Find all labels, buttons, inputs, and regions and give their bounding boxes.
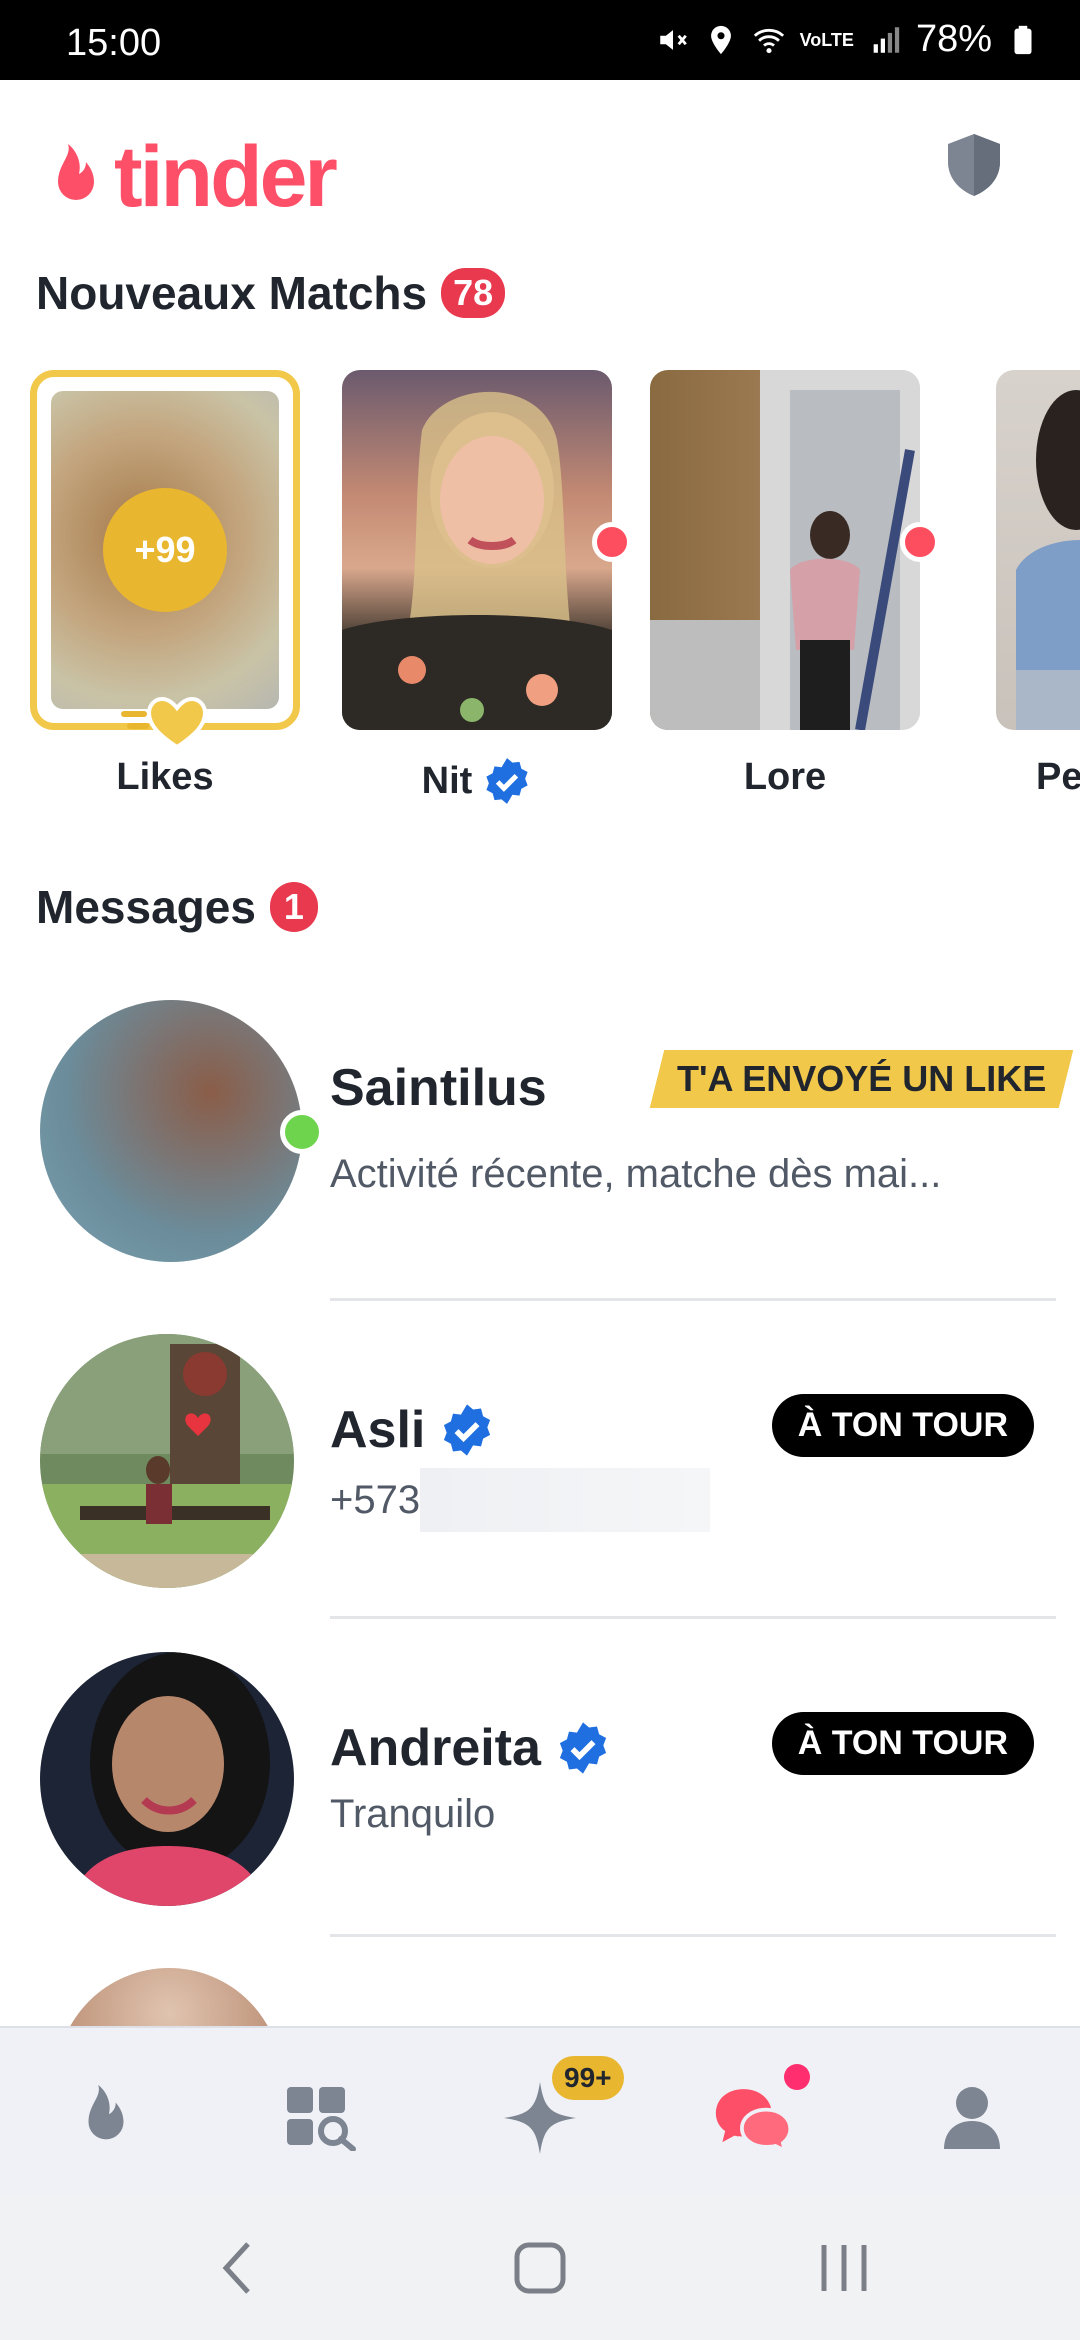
- bottom-navigation: 99+: [0, 2026, 1080, 2196]
- mirror-photo-illustration: [650, 370, 920, 730]
- message-row-saintilus[interactable]: Saintilus T'A ENVOYÉ UN LIKE Activité ré…: [0, 1000, 1080, 1301]
- home-button[interactable]: [508, 2236, 572, 2300]
- match-card-nit[interactable]: Nit: [342, 370, 632, 806]
- flame-icon: [88, 2084, 124, 2140]
- new-matches-count-badge: 78: [441, 268, 506, 318]
- back-button[interactable]: [206, 2236, 270, 2300]
- match-photo: [996, 370, 1080, 730]
- message-row-asli[interactable]: Asli À TON TOUR +573: [0, 1334, 1080, 1634]
- unseen-indicator: [900, 522, 940, 562]
- likes-count-bubble: +99: [103, 488, 227, 612]
- home-icon: [514, 2242, 566, 2294]
- avatar: [40, 1652, 294, 1906]
- match-photo: [342, 370, 612, 730]
- message-preview: Tranquilo: [330, 1792, 496, 1836]
- verified-badge-icon: [444, 1404, 491, 1456]
- flame-logo-icon: [58, 143, 94, 200]
- portrait-illustration: [1016, 390, 1080, 730]
- shield-icon[interactable]: [944, 132, 1004, 198]
- your-turn-pill: À TON TOUR: [771, 1712, 1034, 1775]
- status-icons: VoLTE 78%: [656, 18, 1040, 61]
- status-time: 15:00: [66, 22, 162, 64]
- sparks-badge: 99+: [552, 2056, 624, 2100]
- tinder-logo[interactable]: tinder: [46, 128, 338, 227]
- avatar-photo: [40, 1334, 294, 1588]
- divider: [330, 1298, 1056, 1301]
- back-icon: [222, 2242, 250, 2294]
- match-name: Pe: [1036, 756, 1080, 798]
- message-name-row: Andreita: [330, 1718, 611, 1778]
- new-matches-title: Nouveaux Matchs 78: [36, 266, 506, 320]
- avatar-photo: [40, 1652, 294, 1906]
- recents-button[interactable]: [812, 2236, 876, 2300]
- avatar: [40, 1000, 302, 1262]
- your-turn-pill: À TON TOUR: [771, 1394, 1034, 1457]
- divider: [330, 1616, 1056, 1619]
- app-header: tinder: [0, 80, 1080, 260]
- nav-home[interactable]: [66, 2078, 146, 2158]
- new-matches-carousel[interactable]: +99 Likes Nit Lore Pe: [0, 370, 1080, 810]
- messages-label: Messages: [36, 881, 256, 933]
- message-preview: Activité récente, matche dès mai...: [330, 1152, 942, 1196]
- mute-icon: [659, 29, 687, 50]
- messages-title: Messages 1: [36, 880, 318, 934]
- recents-icon: [821, 2245, 867, 2291]
- chat-icon: [715, 2089, 793, 2153]
- sent-you-like-tag: T'A ENVOYÉ UN LIKE: [649, 1050, 1074, 1108]
- nav-explore[interactable]: [282, 2078, 362, 2158]
- logo-text: tinder: [114, 129, 338, 225]
- wifi-icon: [753, 28, 784, 53]
- portrait-illustration: [342, 391, 612, 730]
- likes-blurred-preview: +99: [51, 391, 279, 709]
- signal-icon: [873, 26, 900, 53]
- message-name-row: Asli: [330, 1400, 495, 1460]
- partial-avatar[interactable]: [56, 1968, 282, 2026]
- verified-badge-icon: [486, 758, 528, 804]
- match-name: Lore: [743, 756, 827, 798]
- message-preview: +573: [330, 1478, 421, 1522]
- message-row-andreita[interactable]: Andreita À TON TOUR Tranquilo: [0, 1652, 1080, 1952]
- status-bar: 15:00 VoLTE 78%: [0, 0, 1080, 80]
- nav-messages[interactable]: [714, 2078, 794, 2158]
- location-icon: [710, 25, 731, 54]
- nav-profile[interactable]: [932, 2078, 1012, 2158]
- avatar: [40, 1334, 294, 1588]
- likes-card[interactable]: +99 Likes: [30, 370, 300, 799]
- new-message-dot: [784, 2064, 810, 2090]
- messages-count-badge: 1: [269, 882, 318, 932]
- battery-icon: [1014, 25, 1032, 54]
- message-name: Andreita: [330, 1719, 541, 1777]
- likes-label: Likes: [116, 756, 214, 798]
- explore-icon: [287, 2087, 356, 2151]
- match-card-pe[interactable]: Pe: [996, 370, 1080, 799]
- gold-heart-icon: [121, 696, 208, 750]
- match-name-row: Nit: [342, 756, 612, 806]
- profile-icon: [944, 2087, 1000, 2149]
- match-name: Nit: [421, 759, 473, 802]
- unseen-indicator: [592, 522, 632, 562]
- redacted-number: [420, 1468, 710, 1532]
- message-name: Asli: [330, 1401, 426, 1459]
- volte-indicator: VoLTE: [799, 29, 854, 50]
- message-name: Saintilus: [330, 1059, 547, 1117]
- battery-percent: 78%: [915, 18, 992, 60]
- match-photo: [650, 370, 920, 730]
- new-matches-label: Nouveaux Matchs: [36, 267, 428, 319]
- match-card-lore[interactable]: Lore: [650, 370, 940, 799]
- divider: [330, 1934, 1056, 1937]
- verified-badge-icon: [559, 1722, 607, 1774]
- likes-frame: +99: [30, 370, 300, 750]
- online-indicator: [280, 1110, 324, 1154]
- system-navigation-bar: [0, 2196, 1080, 2340]
